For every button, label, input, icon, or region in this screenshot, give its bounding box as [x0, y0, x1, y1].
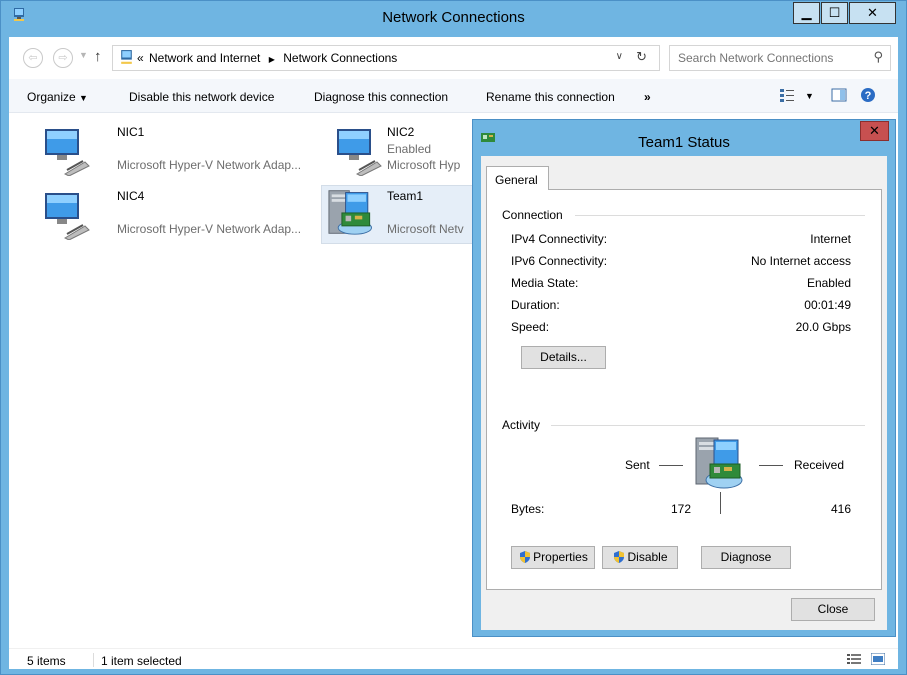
view-options-chevron-icon[interactable]: ▼ — [805, 91, 814, 101]
bytes-label: Bytes: — [511, 502, 545, 516]
disable-button[interactable]: Disable — [602, 546, 678, 569]
chevron-down-icon: ▼ — [79, 93, 88, 103]
diagnose-connection-button[interactable]: Diagnose this connection — [314, 90, 448, 104]
list-item-nic2[interactable]: NIC2 Enabled Microsoft Hyp — [321, 121, 473, 178]
details-view-icon[interactable] — [847, 653, 861, 665]
search-icon[interactable]: ⚲ — [873, 49, 883, 65]
item-description: Microsoft Hyper-V Network Adap... — [117, 222, 302, 236]
address-bar[interactable]: « Network and Internet ▶ Network Connect… — [112, 45, 660, 71]
more-commands-button[interactable]: » — [644, 90, 651, 104]
activity-divider — [720, 492, 721, 514]
uac-shield-icon — [520, 551, 531, 563]
command-bar: Organize ▼ Disable this network device D… — [9, 79, 898, 113]
breadcrumb: Network and Internet ▶ Network Connectio… — [149, 51, 402, 65]
breadcrumb-network-connections[interactable]: Network Connections — [283, 51, 397, 65]
media-state-value: Enabled — [806, 276, 851, 290]
rename-connection-button[interactable]: Rename this connection — [486, 90, 615, 104]
media-state-label: Media State: — [511, 276, 579, 290]
refresh-icon[interactable]: ↻ — [636, 49, 647, 65]
svg-text:?: ? — [865, 90, 872, 102]
connection-group-divider — [575, 215, 865, 216]
activity-group-label: Activity — [502, 418, 541, 432]
dialog-close-button[interactable]: ✕ — [860, 121, 889, 141]
address-dropdown-icon[interactable]: ∨ — [616, 51, 623, 62]
help-icon[interactable]: ? — [860, 87, 876, 103]
list-item-team1[interactable]: Team1 Microsoft Netv — [321, 185, 473, 244]
item-description: Microsoft Hyper-V Network Adap... — [117, 158, 302, 172]
minimize-button[interactable]: ▁ — [793, 2, 820, 24]
breadcrumb-overflow[interactable]: « — [137, 51, 144, 65]
tab-general-label: General — [495, 173, 538, 187]
connection-group-label: Connection — [502, 208, 563, 222]
item-description: Microsoft Hyp — [387, 158, 461, 172]
disable-button-label: Disable — [627, 550, 668, 564]
sent-label: Sent — [625, 458, 650, 472]
network-adapter-icon — [45, 193, 90, 240]
network-connections-icon — [121, 50, 132, 64]
ipv4-value: Internet — [810, 232, 851, 246]
window-title: Network Connections — [382, 9, 525, 26]
activity-computer-icon — [695, 437, 743, 489]
general-panel: Connection IPv4 Connectivity: Internet I… — [486, 189, 882, 590]
team-adapter-icon — [328, 190, 372, 235]
diagnose-button[interactable]: Diagnose — [701, 546, 791, 569]
search-input[interactable] — [678, 50, 858, 66]
network-adapter-icon — [337, 129, 382, 176]
network-adapter-icon — [45, 129, 90, 176]
team1-status-dialog: Team1 Status ✕ General Connection IPv4 C… — [472, 119, 896, 637]
item-count: 5 items — [27, 654, 66, 668]
tab-general[interactable]: General — [486, 166, 549, 190]
up-arrow-icon[interactable]: ↑ — [94, 48, 102, 65]
properties-button-label: Properties — [533, 550, 588, 564]
uac-shield-icon — [614, 551, 625, 563]
dialog-close-action-button[interactable]: Close — [791, 598, 875, 621]
ipv4-label: IPv4 Connectivity: — [511, 232, 608, 246]
title-bar[interactable]: Network Connections ▁ ☐ ✕ — [1, 1, 906, 37]
breadcrumb-separator-icon[interactable]: ▶ — [269, 55, 275, 64]
disable-device-button[interactable]: Disable this network device — [129, 90, 274, 104]
dialog-title: Team1 Status — [638, 134, 730, 151]
details-button[interactable]: Details... — [521, 346, 606, 369]
forward-button[interactable]: ⇨ — [53, 48, 73, 68]
recent-locations-chevron-icon[interactable]: ▼ — [79, 50, 88, 60]
item-description: Microsoft Netv — [387, 222, 464, 236]
close-window-button[interactable]: ✕ — [849, 2, 896, 24]
status-separator — [93, 653, 94, 667]
breadcrumb-network-and-internet[interactable]: Network and Internet — [149, 51, 260, 65]
activity-group-divider — [551, 425, 865, 426]
item-name: NIC1 — [117, 125, 145, 139]
ipv6-label: IPv6 Connectivity: — [511, 254, 608, 268]
selection-count: 1 item selected — [101, 654, 182, 668]
list-item-nic1[interactable]: NIC1 Microsoft Hyper-V Network Adap... — [29, 121, 319, 178]
change-view-icon[interactable] — [779, 87, 795, 103]
status-bar: 5 items 1 item selected — [9, 648, 898, 669]
bytes-received-value: 416 — [830, 502, 851, 516]
search-box[interactable]: ⚲ — [669, 45, 891, 71]
preview-pane-icon[interactable] — [831, 87, 847, 103]
list-item-nic4[interactable]: NIC4 Microsoft Hyper-V Network Adap... — [29, 185, 319, 242]
back-button[interactable]: ⇦ — [23, 48, 43, 68]
large-icons-view-icon[interactable] — [871, 653, 885, 665]
sent-line — [659, 465, 683, 466]
received-label: Received — [794, 458, 845, 472]
received-line — [759, 465, 783, 466]
item-name: Team1 — [387, 189, 424, 203]
ipv6-value: No Internet access — [750, 254, 851, 268]
bytes-sent-value: 172 — [670, 502, 691, 516]
duration-value: 00:01:49 — [804, 298, 851, 312]
item-status: Enabled — [387, 142, 432, 156]
organize-label: Organize — [27, 90, 76, 104]
duration-label: Duration: — [511, 298, 560, 312]
item-name: NIC2 — [387, 125, 415, 139]
navigation-bar: ⇦ ⇨ ▼ ↑ « Network and Internet ▶ Network… — [9, 37, 898, 77]
dialog-body: General Connection IPv4 Connectivity: In… — [481, 156, 887, 630]
properties-button[interactable]: Properties — [511, 546, 595, 569]
speed-label: Speed: — [511, 320, 550, 334]
organize-button[interactable]: Organize ▼ — [27, 90, 88, 104]
maximize-button[interactable]: ☐ — [821, 2, 848, 24]
item-name: NIC4 — [117, 189, 145, 203]
speed-value: 20.0 Gbps — [795, 320, 851, 334]
